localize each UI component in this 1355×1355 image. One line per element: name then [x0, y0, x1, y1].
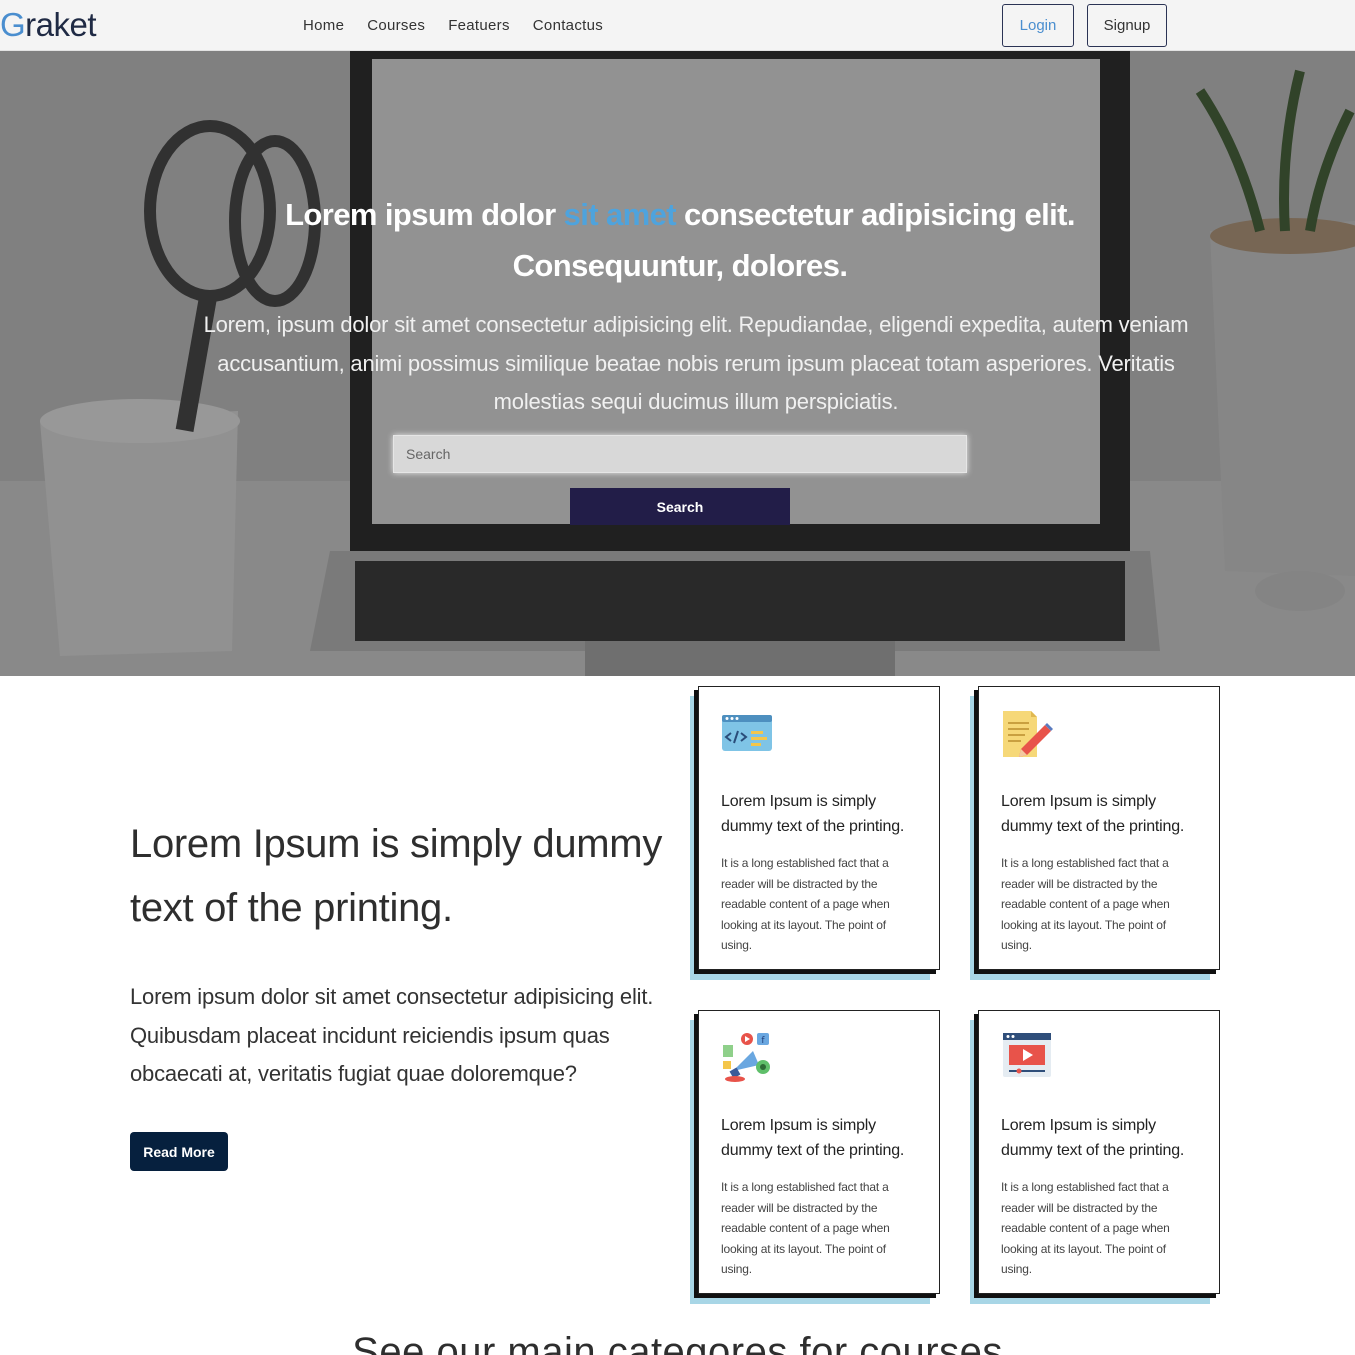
signup-button[interactable]: Signup: [1087, 4, 1167, 47]
hero-section: Lorem ipsum dolor sit amet consectetur a…: [0, 51, 1355, 676]
hero-title-highlight: sit amet: [563, 197, 677, 232]
card-title: Lorem Ipsum is simply dummy text of the …: [1001, 1117, 1185, 1159]
hero-title-part1: Lorem ipsum dolor: [285, 197, 564, 232]
nav-link-features[interactable]: Featuers: [448, 17, 510, 34]
about-text: Lorem ipsum dolor sit amet consectetur a…: [130, 984, 654, 1086]
about-title: Lorem Ipsum is simply dummy text of the …: [130, 822, 663, 930]
brand-logo[interactable]: Graket: [0, 6, 97, 44]
feature-card[interactable]: Lorem Ipsum is simply dummy text of the …: [698, 686, 940, 970]
nav-links: Home Courses Featuers Contactus: [303, 17, 603, 34]
document-pencil-icon: [1003, 711, 1053, 757]
nav-link-home[interactable]: Home: [303, 17, 344, 34]
feature-card[interactable]: f Lorem Ipsum is simply dummy text of th…: [698, 1010, 940, 1294]
hero-description: Lorem, ipsum dolor sit amet consectetur …: [203, 312, 1189, 414]
card-text: It is a long established fact that a rea…: [721, 1180, 890, 1276]
card-text: It is a long established fact that a rea…: [1001, 856, 1170, 952]
card-title: Lorem Ipsum is simply dummy text of the …: [721, 1117, 905, 1159]
code-window-icon: [722, 715, 772, 751]
navbar: Graket Home Courses Featuers Contactus L…: [0, 0, 1355, 51]
card-title: Lorem Ipsum is simply dummy text of the …: [721, 793, 905, 835]
card-title: Lorem Ipsum is simply dummy text of the …: [1001, 793, 1185, 835]
brand-initial: G: [0, 6, 26, 43]
login-button[interactable]: Login: [1002, 4, 1074, 47]
read-more-button[interactable]: Read More: [130, 1132, 228, 1171]
card-text: It is a long established fact that a rea…: [1001, 1180, 1170, 1276]
categories-title: See our main categores for courses: [352, 1330, 1003, 1355]
brand-name: raket: [25, 6, 97, 43]
nav-link-contact[interactable]: Contactus: [533, 17, 603, 34]
video-player-icon: [1003, 1033, 1051, 1077]
search-input[interactable]: [393, 435, 967, 473]
nav-link-courses[interactable]: Courses: [367, 17, 425, 34]
hero-title: Lorem ipsum dolor sit amet consectetur a…: [280, 189, 1080, 291]
feature-card[interactable]: Lorem Ipsum is simply dummy text of the …: [978, 1010, 1220, 1294]
search-button[interactable]: Search: [570, 488, 790, 525]
marketing-megaphone-icon: f: [723, 1033, 770, 1082]
card-text: It is a long established fact that a rea…: [721, 856, 890, 952]
feature-card[interactable]: Lorem Ipsum is simply dummy text of the …: [978, 686, 1220, 970]
